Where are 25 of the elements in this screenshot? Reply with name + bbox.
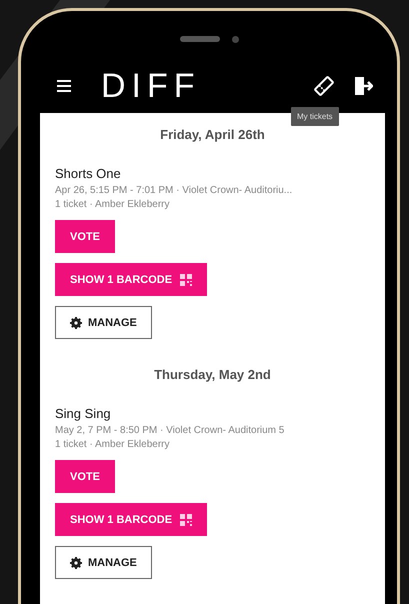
event-details: May 2, 7 PM - 8:50 PM · Violet Crown- Auditorium 5: [55, 424, 286, 438]
app-logo: DIFF: [101, 66, 201, 106]
event-title: Shorts One: [55, 166, 122, 181]
vote-button[interactable]: VOTE: [55, 220, 115, 253]
gear-icon: [70, 316, 82, 328]
barcode-button[interactable]: SHOW 1 BARCODE: [55, 503, 208, 536]
event-title: Sing Sing: [55, 406, 112, 421]
speaker-slot: [180, 36, 220, 42]
event-details: Apr 26, 5:15 PM - 7:01 PM · Violet Crown- Auditoriu...: [55, 184, 294, 198]
qr-code-icon: [180, 274, 192, 286]
vote-button[interactable]: VOTE: [55, 460, 115, 493]
gear-icon: [70, 556, 82, 568]
ticket-icon[interactable]: [313, 75, 335, 97]
exit-icon[interactable]: [353, 76, 373, 96]
menu-icon[interactable]: [57, 80, 71, 92]
date-heading: Friday, April 26th: [159, 127, 266, 142]
barcode-button[interactable]: SHOW 1 BARCODE: [55, 263, 208, 296]
ticket-holder: 1 ticket · Amber Ekleberry: [55, 438, 170, 452]
tooltip: My tickets: [291, 107, 339, 126]
ticket-holder: 1 ticket · Amber Ekleberry: [55, 198, 170, 212]
camera-dot: [232, 36, 238, 42]
manage-button[interactable]: MANAGE: [55, 306, 152, 339]
date-heading: Thursday, May 2nd: [153, 367, 272, 382]
qr-code-icon: [180, 514, 192, 526]
manage-button[interactable]: MANAGE: [55, 546, 152, 579]
